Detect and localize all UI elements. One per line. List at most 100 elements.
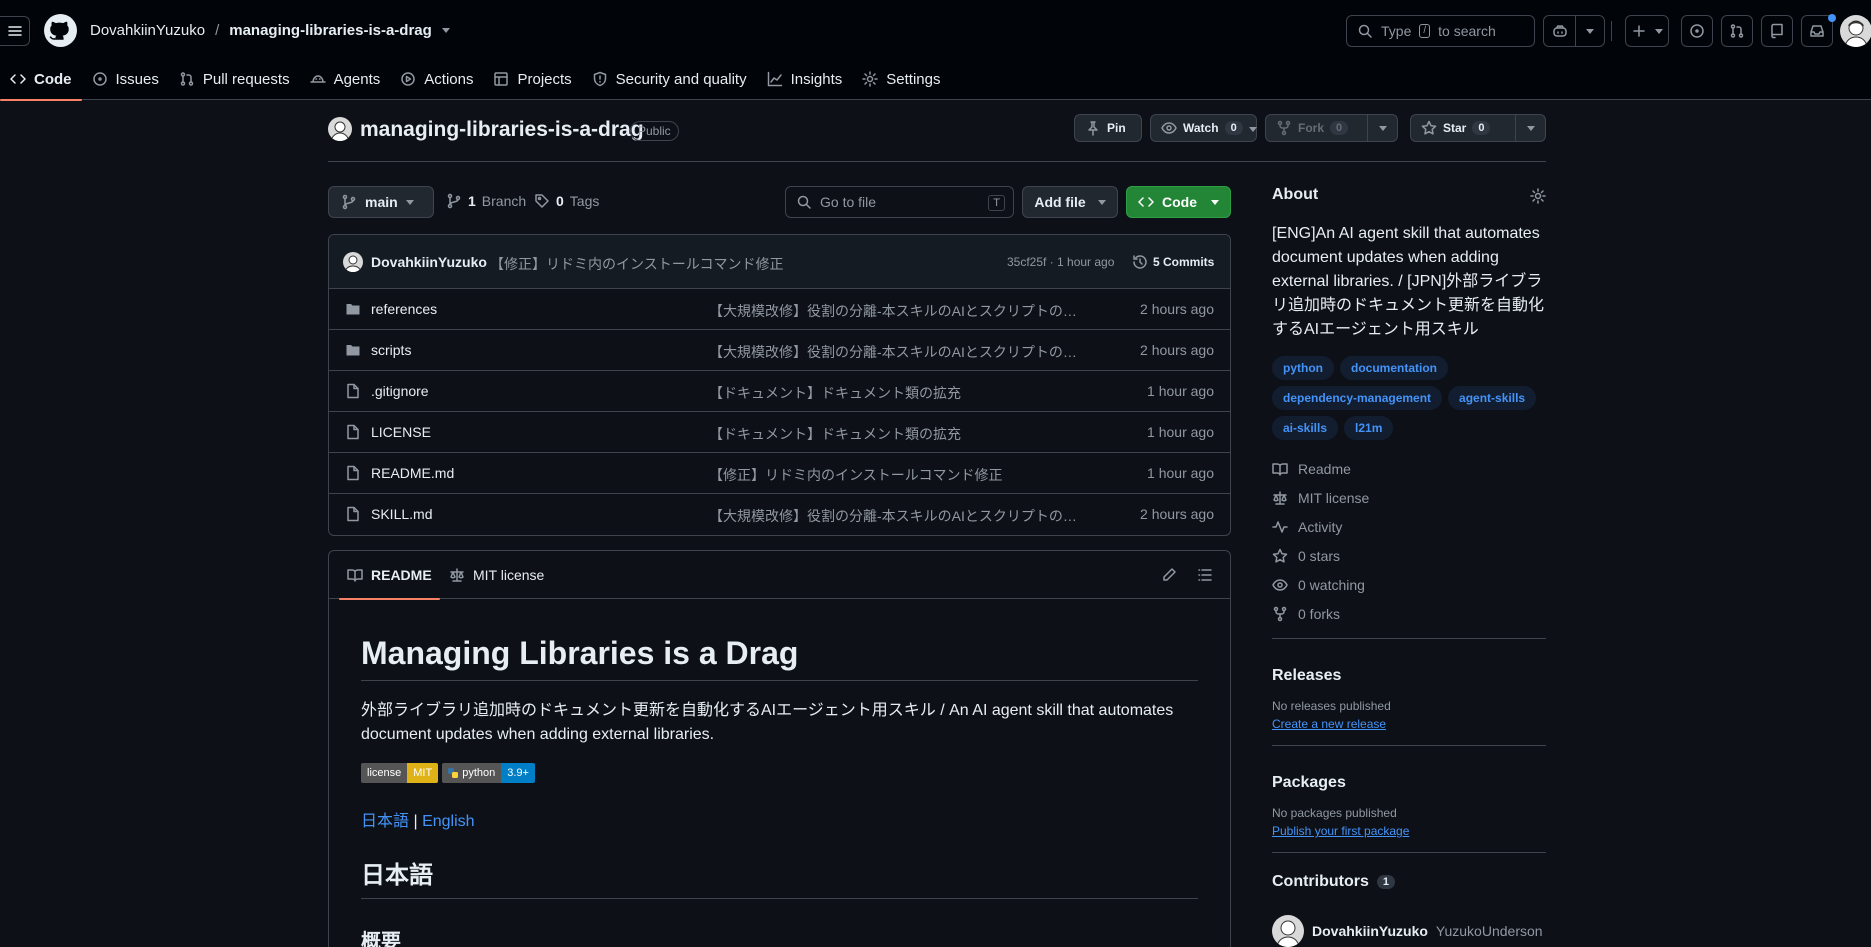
file-commit-message[interactable]: 【ドキュメント】ドキュメント類の拡充 [709, 424, 1089, 444]
tab-license[interactable]: MIT license [449, 551, 544, 599]
search-input[interactable]: Type / to search [1346, 15, 1535, 47]
tab-settings[interactable]: Settings [852, 58, 950, 100]
file-row[interactable]: scripts 【大規模改修】役割の分離-本スキルのAIとスクリプトの役割を明確化… [329, 330, 1230, 371]
topic-tag[interactable]: ai-skills [1272, 416, 1339, 440]
gear-icon[interactable] [1530, 188, 1546, 204]
issues-button[interactable] [1681, 15, 1713, 47]
file-commit-message[interactable]: 【修正】リドミ内のインストールコマンド修正 [709, 465, 1089, 485]
link-english[interactable]: English [422, 813, 474, 830]
tab-license-label: MIT license [473, 567, 545, 583]
commit-author-avatar[interactable] [343, 252, 363, 272]
eye-icon [1161, 122, 1177, 134]
pin-button[interactable]: Pin [1074, 114, 1142, 142]
branch-icon [342, 194, 356, 210]
tab-label: Security and quality [615, 70, 747, 88]
about-link-readme[interactable]: Readme [1272, 454, 1546, 483]
tags-link[interactable]: 0 Tags [534, 193, 599, 209]
pencil-icon[interactable] [1161, 567, 1177, 583]
file-name[interactable]: scripts [371, 342, 411, 358]
repo-name[interactable]: managing-libraries-is-a-drag [360, 118, 644, 142]
file-row[interactable]: SKILL.md 【大規模改修】役割の分離-本スキルのAIとスクリプトの役割を明確… [329, 494, 1230, 535]
file-name[interactable]: references [371, 301, 437, 317]
commit-author[interactable]: DovahkiinYuzuko [371, 254, 487, 270]
commit-message[interactable]: 【修正】リドミ内のインストールコマンド修正 [490, 254, 783, 274]
tab-issues[interactable]: Issues [82, 58, 169, 100]
about-link-mit-license[interactable]: MIT license [1272, 483, 1546, 512]
law-icon [450, 568, 464, 582]
chevron-down-icon[interactable] [1378, 125, 1387, 131]
go-to-file-input[interactable]: Go to file T [785, 186, 1014, 218]
file-row[interactable]: README.md 【修正】リドミ内のインストールコマンド修正 1 hour ago [329, 453, 1230, 494]
topic-tag[interactable]: l21m [1344, 416, 1394, 440]
github-logo-icon[interactable] [44, 14, 77, 47]
repo-link[interactable]: managing-libraries-is-a-drag [229, 22, 432, 39]
about-link-0-stars[interactable]: 0 stars [1272, 541, 1546, 570]
contributor-item[interactable]: DovahkiinYuzuko YuzukoUnderson [1272, 915, 1546, 947]
user-avatar[interactable] [1840, 15, 1871, 47]
owner-avatar[interactable] [328, 117, 352, 141]
code-button[interactable]: Code [1126, 186, 1231, 218]
chevron-down-icon[interactable] [1526, 125, 1535, 131]
watch-button[interactable]: Watch 0 [1150, 114, 1257, 142]
about-description: [ENG]An AI agent skill that automates do… [1272, 225, 1545, 338]
create-release-link[interactable]: Create a new release [1272, 717, 1546, 731]
create-new-button[interactable] [1625, 15, 1669, 47]
commit-sha-age[interactable]: 35cf25f · 1 hour ago [1007, 255, 1114, 269]
branch-selector[interactable]: main [328, 186, 434, 218]
star-button[interactable]: Star 0 [1410, 114, 1546, 142]
about-link-0-watching[interactable]: 0 watching [1272, 570, 1546, 599]
outline-list-icon[interactable] [1197, 567, 1213, 583]
tab-insights[interactable]: Insights [757, 58, 853, 100]
packages-title[interactable]: Packages [1272, 774, 1546, 792]
topic-tag[interactable]: python [1272, 356, 1334, 380]
owner-link[interactable]: DovahkiinYuzuko [90, 22, 205, 39]
tab-actions[interactable]: Actions [390, 58, 483, 100]
code-icon [10, 74, 26, 84]
link-japanese[interactable]: 日本語 [361, 813, 409, 830]
tab-security-and-quality[interactable]: Security and quality [582, 58, 757, 100]
readme-intro: 外部ライブラリ追加時のドキュメント更新を自動化するAIエージェント用スキル / … [361, 702, 1174, 743]
tab-label: Agents [333, 70, 381, 88]
add-file-button[interactable]: Add file [1022, 186, 1118, 218]
chevron-down-icon[interactable] [1248, 127, 1257, 132]
file-commit-message[interactable]: 【大規模改修】役割の分離-本スキルのAIとスクリプトの役割を明確化 [709, 301, 1089, 321]
issue-icon [1690, 24, 1704, 38]
copilot-button[interactable] [1543, 15, 1605, 47]
menu-button[interactable] [0, 16, 30, 46]
repositories-button[interactable] [1761, 15, 1793, 47]
file-name[interactable]: SKILL.md [371, 506, 432, 522]
pull-requests-button[interactable] [1721, 15, 1753, 47]
about-link-0-forks[interactable]: 0 forks [1272, 599, 1546, 628]
contributor-name[interactable]: DovahkiinYuzuko [1312, 923, 1428, 939]
fork-button[interactable]: Fork 0 [1265, 114, 1398, 142]
contributor-avatar[interactable] [1272, 915, 1304, 947]
tab-pull-requests[interactable]: Pull requests [169, 58, 300, 100]
topic-tag[interactable]: agent-skills [1448, 386, 1537, 410]
file-row[interactable]: LICENSE 【ドキュメント】ドキュメント類の拡充 1 hour ago [329, 412, 1230, 453]
contributors-heading[interactable]: Contributors 1 [1272, 873, 1546, 891]
tab-readme[interactable]: README [339, 551, 440, 600]
file-row[interactable]: references 【大規模改修】役割の分離-本スキルのAIとスクリプトの役割を… [329, 289, 1230, 330]
table-icon [494, 72, 509, 86]
about-link-activity[interactable]: Activity [1272, 512, 1546, 541]
file-row[interactable]: .gitignore 【ドキュメント】ドキュメント類の拡充 1 hour ago [329, 371, 1230, 412]
file-commit-message[interactable]: 【大規模改修】役割の分離-本スキルのAIとスクリプトの役割を明確化 [709, 506, 1089, 526]
file-name[interactable]: .gitignore [371, 383, 429, 399]
topic-tag[interactable]: dependency-management [1272, 386, 1443, 410]
topic-tag[interactable]: documentation [1340, 356, 1448, 380]
file-name[interactable]: LICENSE [371, 424, 431, 440]
tab-code[interactable]: Code [0, 58, 82, 101]
publish-package-link[interactable]: Publish your first package [1272, 824, 1546, 838]
file-commit-message[interactable]: 【大規模改修】役割の分離-本スキルのAIとスクリプトの役割を明確化 [709, 342, 1089, 362]
commits-link[interactable]: 5 Commits [1132, 254, 1214, 270]
python-badge[interactable]: python 3.9+ [442, 763, 535, 783]
chevron-down-icon[interactable] [441, 28, 450, 33]
file-name[interactable]: README.md [371, 465, 454, 481]
python-badge-label: python [462, 767, 496, 779]
license-badge[interactable]: license MIT [361, 763, 439, 783]
file-commit-message[interactable]: 【ドキュメント】ドキュメント類の拡充 [709, 383, 1089, 403]
releases-title[interactable]: Releases [1272, 667, 1546, 685]
branches-link[interactable]: 1 Branch [446, 193, 526, 209]
tab-agents[interactable]: Agents [300, 58, 391, 100]
tab-projects[interactable]: Projects [483, 58, 581, 100]
